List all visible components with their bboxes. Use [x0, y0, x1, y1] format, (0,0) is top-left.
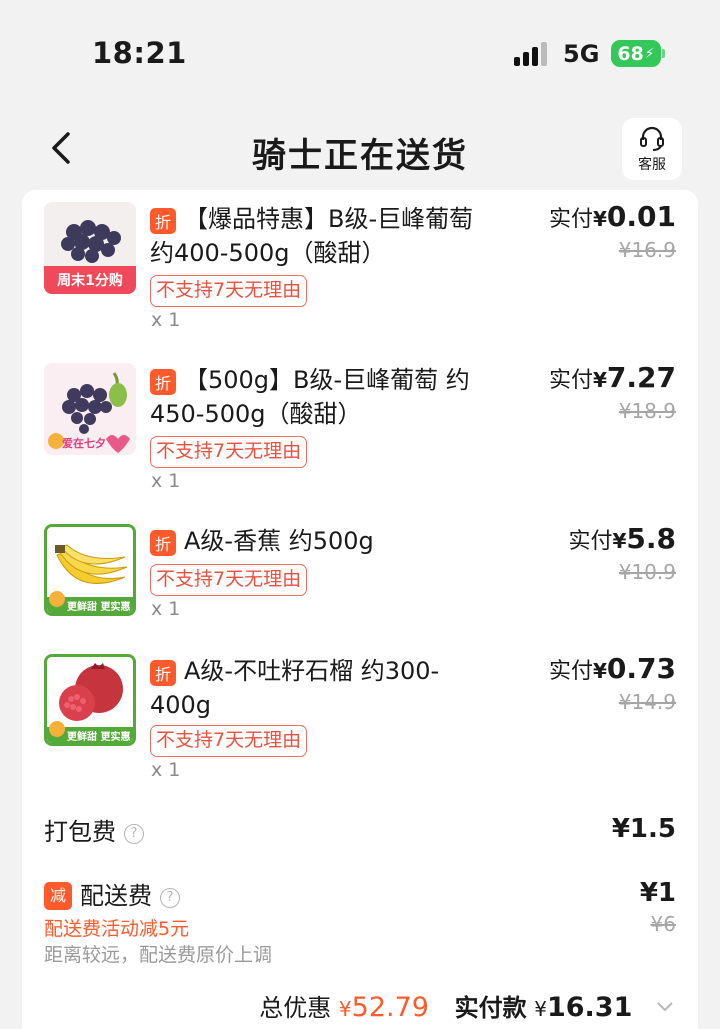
order-item[interactable]: 爱在七夕 【500g】B级-巨峰葡萄 约450-500g（酸甜） 折 不支持7天…: [22, 351, 698, 492]
price-value: 7.27: [606, 361, 676, 394]
header: 骑士正在送货 客服: [0, 110, 720, 190]
status-bar: 18:21 5G 68 ⚡: [0, 0, 720, 100]
total-pay-value: 16.31: [546, 992, 633, 1023]
thumb-tag: 更鲜甜 更实惠: [67, 602, 131, 613]
delivery-fee-text: 配送费: [80, 882, 152, 910]
discount-badge: 折: [150, 369, 176, 395]
item-quantity: x 1: [151, 598, 181, 620]
packing-fee-value: ¥1.5: [611, 814, 676, 844]
battery-icon: 68 ⚡: [611, 40, 661, 67]
signal-icon: [514, 40, 552, 66]
item-name: A级-不吐籽石榴 约300-400g: [150, 657, 440, 719]
delivery-fee-value: ¥1: [639, 878, 676, 908]
discount-badge: 折: [150, 530, 176, 556]
battery-cap: [662, 49, 665, 58]
order-card: 周末1分购 【爆品特惠】B级-巨峰葡萄 约400-500g（酸甜） 折 不支持7…: [22, 190, 698, 1029]
page-title: 骑士正在送货: [252, 136, 468, 176]
order-item[interactable]: 更鲜甜 更实惠 A级-不吐籽石榴 约300-400g 折 不支持7天无理由 x …: [22, 642, 698, 782]
product-thumbnail: 更鲜甜 更实惠: [44, 524, 136, 616]
price-currency: ¥: [612, 529, 627, 553]
product-thumbnail: 更鲜甜 更实惠: [44, 654, 136, 746]
order-totals[interactable]: 总优惠 ¥52.79 实付款 ¥16.31: [259, 988, 674, 1023]
total-pay-currency: ¥: [534, 997, 547, 1021]
total-discount-label: 总优惠: [259, 994, 332, 1022]
packing-fee-row: 打包费? ¥1.5: [22, 810, 698, 850]
battery-level: 68: [617, 42, 644, 65]
price-currency: ¥: [592, 659, 607, 683]
original-price: ¥14.9: [618, 690, 676, 714]
item-name: 【500g】B级-巨峰葡萄 约450-500g（酸甜）: [150, 366, 470, 428]
return-policy-tag: 不支持7天无理由: [150, 725, 308, 757]
delivery-fee-original: ¥6: [650, 912, 676, 936]
return-policy-tag: 不支持7天无理由: [150, 275, 308, 307]
packing-fee-label: 打包费?: [44, 812, 144, 847]
order-item[interactable]: 更鲜甜 更实惠 A级-香蕉 约500g 折 不支持7天无理由 x 1 实付¥5.…: [22, 512, 698, 652]
item-price: 实付¥0.01: [549, 200, 676, 233]
item-quantity: x 1: [151, 759, 181, 781]
total-pay-label: 实付款: [454, 994, 527, 1022]
help-icon[interactable]: ?: [124, 824, 144, 844]
service-label: 客服: [638, 156, 666, 173]
item-price: 实付¥0.73: [549, 652, 676, 685]
original-price: ¥16.9: [618, 238, 676, 262]
item-quantity: x 1: [151, 309, 181, 331]
discount-badge: 折: [150, 660, 176, 686]
price-label: 实付: [548, 659, 593, 684]
customer-service-button[interactable]: 客服: [622, 118, 682, 180]
discount-badge: 折: [150, 208, 176, 234]
total-discount-value: 52.79: [351, 992, 429, 1023]
delivery-fee-row: 减配送费? ¥1 ¥6 配送费活动减5元 距离较远，配送费原价上调: [22, 874, 698, 974]
original-price: ¥10.9: [618, 560, 676, 584]
original-price: ¥18.9: [618, 399, 676, 423]
item-price: 实付¥7.27: [549, 361, 676, 394]
price-value: 5.8: [626, 522, 676, 555]
delivery-promo-text: 配送费活动减5元: [44, 918, 190, 940]
headset-icon: [640, 126, 664, 151]
network-type: 5G: [563, 40, 600, 68]
chevron-down-icon[interactable]: [656, 1001, 674, 1013]
price-label: 实付: [548, 207, 593, 232]
thumb-tag: 周末1分购: [57, 273, 123, 289]
status-time: 18:21: [92, 36, 187, 70]
product-thumbnail: 周末1分购: [44, 202, 136, 294]
return-policy-tag: 不支持7天无理由: [150, 436, 308, 468]
price-label: 实付: [568, 529, 613, 554]
help-icon[interactable]: ?: [160, 888, 180, 908]
delivery-note-text: 距离较远，配送费原价上调: [44, 944, 273, 966]
price-label: 实付: [548, 368, 593, 393]
item-price: 实付¥5.8: [568, 522, 676, 555]
thumb-tag: 更鲜甜 更实惠: [67, 732, 131, 743]
price-value: 0.01: [606, 200, 676, 233]
item-name: 【爆品特惠】B级-巨峰葡萄 约400-500g（酸甜）: [150, 205, 474, 267]
price-currency: ¥: [592, 207, 607, 231]
return-policy-tag: 不支持7天无理由: [150, 564, 308, 596]
item-name: A级-香蕉 约500g: [184, 527, 374, 555]
delivery-fee-label: 减配送费?: [44, 876, 180, 911]
price-value: 0.73: [606, 652, 676, 685]
thumb-tag: 爱在七夕: [62, 437, 106, 450]
item-quantity: x 1: [151, 470, 181, 492]
order-item[interactable]: 周末1分购 【爆品特惠】B级-巨峰葡萄 约400-500g（酸甜） 折 不支持7…: [22, 190, 698, 331]
price-currency: ¥: [592, 368, 607, 392]
packing-fee-text: 打包费: [44, 818, 116, 846]
product-thumbnail: 爱在七夕: [44, 363, 136, 455]
reduce-badge: 减: [44, 882, 72, 910]
total-discount-currency: ¥: [338, 997, 352, 1021]
